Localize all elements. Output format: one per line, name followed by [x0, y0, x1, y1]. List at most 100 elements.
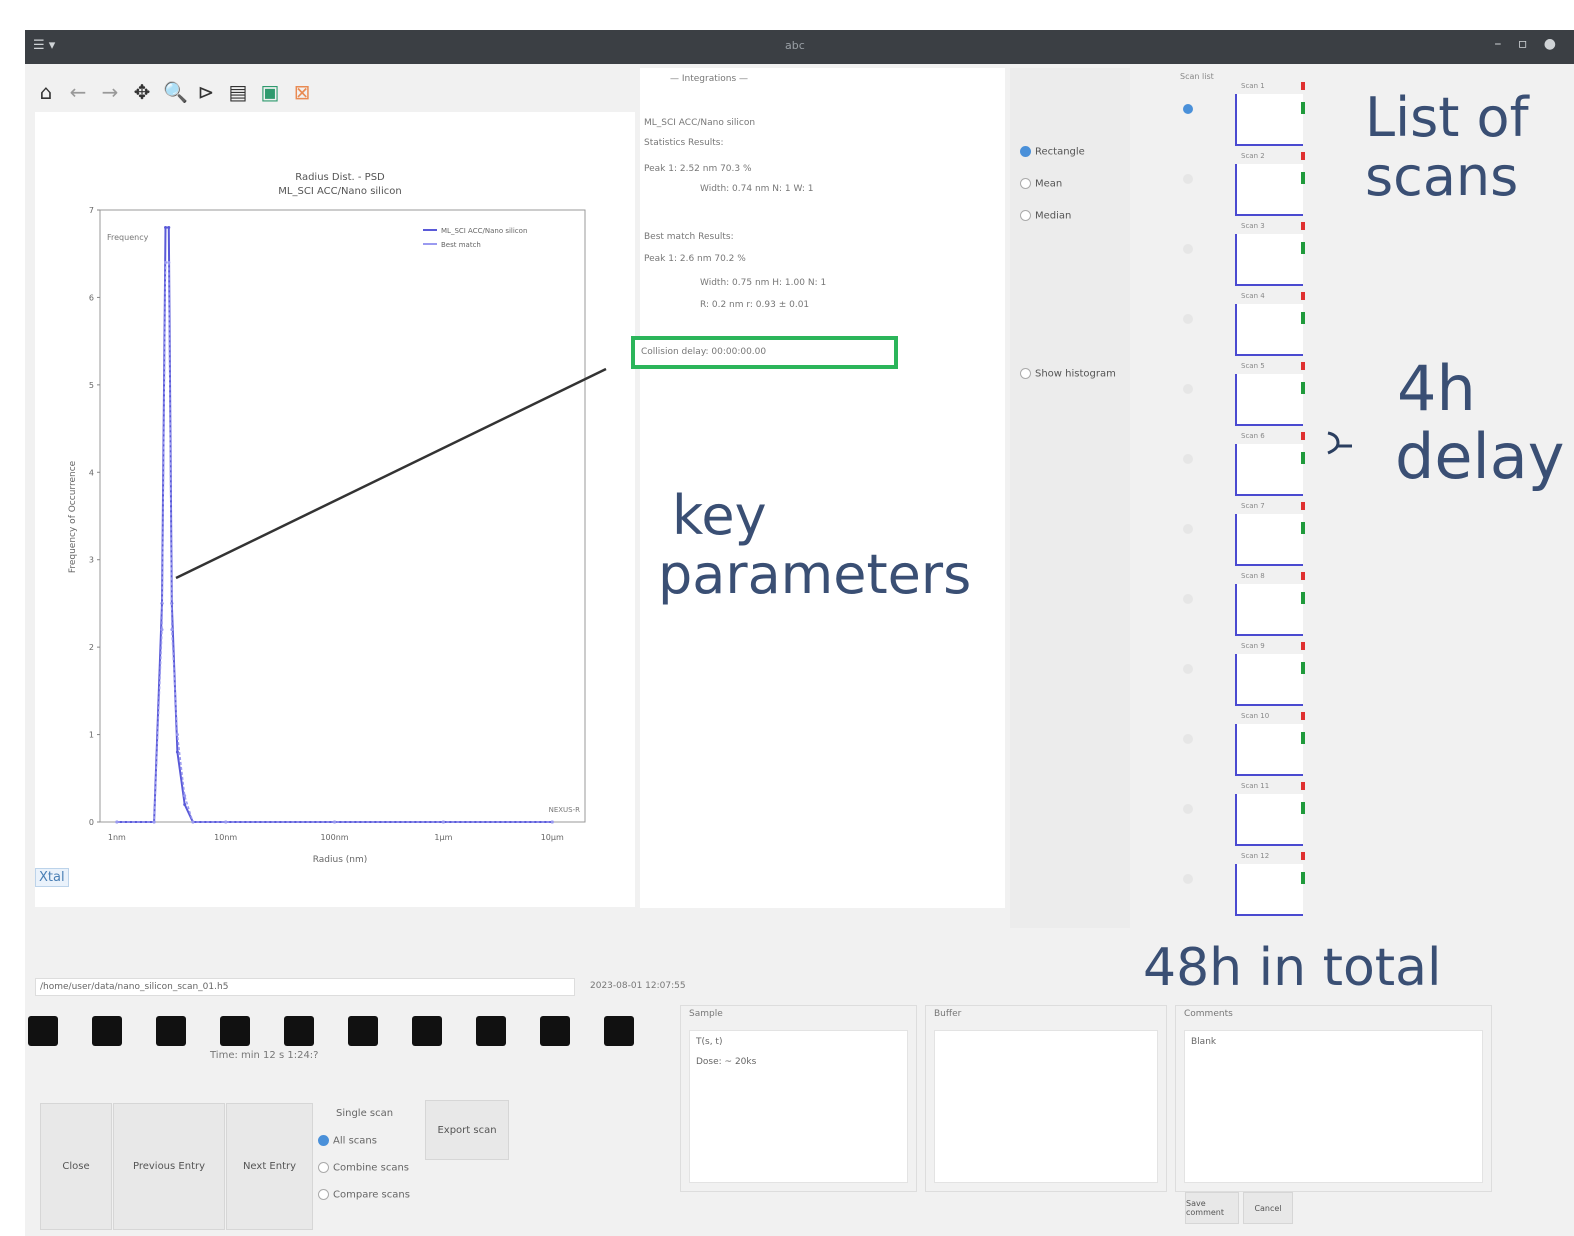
frame-indicator[interactable]	[220, 1016, 250, 1046]
radio-mean[interactable]	[1020, 178, 1031, 189]
cancel-comment-button[interactable]: Cancel	[1243, 1192, 1293, 1224]
mode-compare-scans[interactable]: Compare scans	[318, 1189, 410, 1201]
save-comment-button[interactable]: Save comment	[1185, 1192, 1239, 1224]
results-line: Peak 1: 2.6 nm 70.2 %	[644, 254, 746, 264]
scan-status-green	[1301, 452, 1305, 464]
frame-indicator[interactable]	[92, 1016, 122, 1046]
scan-label: Scan 8	[1241, 572, 1265, 580]
previous-entry-button[interactable]: Previous Entry	[113, 1103, 225, 1230]
scan-thumbnail[interactable]	[1235, 794, 1303, 846]
frame-indicator[interactable]	[412, 1016, 442, 1046]
scan-select-checkbox[interactable]	[1183, 244, 1193, 254]
scan-thumbnail[interactable]	[1235, 164, 1303, 216]
scan-list-item[interactable]: Scan 12	[1175, 846, 1335, 916]
scan-status-green	[1301, 382, 1305, 394]
scan-select-checkbox[interactable]	[1183, 734, 1193, 744]
mode-single-scan[interactable]: Single scan	[318, 1108, 393, 1119]
sample-line: T(s, t)	[696, 1037, 723, 1047]
scan-label: Scan 4	[1241, 292, 1265, 300]
scan-status-red	[1301, 82, 1305, 90]
next-entry-button[interactable]: Next Entry	[226, 1103, 313, 1230]
scan-thumbnail[interactable]	[1235, 654, 1303, 706]
scan-select-checkbox[interactable]	[1183, 594, 1193, 604]
scan-label: Scan 6	[1241, 432, 1265, 440]
buffer-group: Buffer	[925, 1005, 1167, 1192]
radio-rectangle[interactable]	[1020, 146, 1031, 157]
radio-all-scans[interactable]	[318, 1135, 329, 1146]
scan-status-red	[1301, 782, 1305, 790]
option-show-histogram[interactable]: Show histogram	[1020, 368, 1116, 380]
scan-status-red	[1301, 432, 1305, 440]
scan-thumbnail[interactable]	[1235, 724, 1303, 776]
scan-select-checkbox[interactable]	[1183, 524, 1193, 534]
display-options-panel: Rectangle Mean Median Show histogram	[1010, 68, 1130, 928]
scan-select-checkbox[interactable]	[1183, 454, 1193, 464]
results-header: — Integrations —	[670, 74, 749, 84]
scan-list-item[interactable]: Scan 6	[1175, 426, 1335, 496]
scan-thumbnail[interactable]	[1235, 234, 1303, 286]
mode-combine-scans[interactable]: Combine scans	[318, 1162, 409, 1174]
option-rectangle[interactable]: Rectangle	[1020, 146, 1085, 158]
comments-text-area[interactable]: Blank	[1184, 1030, 1483, 1183]
scan-thumbnail[interactable]	[1235, 374, 1303, 426]
scan-select-checkbox[interactable]	[1183, 384, 1193, 394]
scan-select-checkbox[interactable]	[1183, 664, 1193, 674]
frame-indicator[interactable]	[476, 1016, 506, 1046]
connector-line	[175, 367, 607, 580]
scan-select-checkbox[interactable]	[1183, 874, 1193, 884]
scan-label: Scan 9	[1241, 642, 1265, 650]
scan-list-item[interactable]: Scan 3	[1175, 216, 1335, 286]
buffer-text-area[interactable]	[934, 1030, 1158, 1183]
scan-status-green	[1301, 242, 1305, 254]
mode-all-scans[interactable]: All scans	[318, 1135, 377, 1147]
frame-indicator[interactable]	[156, 1016, 186, 1046]
collision-delay-text: Collision delay: 00:00:00.00	[641, 347, 767, 357]
scan-list-item[interactable]: Scan 2	[1175, 146, 1335, 216]
scan-status-red	[1301, 152, 1305, 160]
scan-list-item[interactable]: Scan 7	[1175, 496, 1335, 566]
scan-status-red	[1301, 852, 1305, 860]
scan-list-item[interactable]: Scan 9	[1175, 636, 1335, 706]
scan-thumbnail[interactable]	[1235, 584, 1303, 636]
frame-indicator[interactable]	[540, 1016, 570, 1046]
scan-status-green	[1301, 522, 1305, 534]
frame-indicator[interactable]	[604, 1016, 634, 1046]
scan-list-item[interactable]: Scan 11	[1175, 776, 1335, 846]
scan-status-green	[1301, 662, 1305, 674]
option-mean[interactable]: Mean	[1020, 178, 1062, 190]
results-line: R: 0.2 nm r: 0.93 ± 0.01	[700, 300, 810, 310]
checkbox-show-histogram[interactable]	[1020, 368, 1031, 379]
scan-select-checkbox[interactable]	[1183, 104, 1193, 114]
frame-indicator[interactable]	[284, 1016, 314, 1046]
frame-indicator[interactable]	[348, 1016, 378, 1046]
scan-thumbnail[interactable]	[1235, 864, 1303, 916]
sample-text-area[interactable]: T(s, t) Dose: ~ 20ks	[689, 1030, 908, 1183]
scan-status-green	[1301, 732, 1305, 744]
export-scan-button[interactable]: Export scan	[425, 1100, 509, 1160]
option-median[interactable]: Median	[1020, 210, 1071, 222]
radio-compare-scans[interactable]	[318, 1189, 329, 1200]
results-line: Width: 0.74 nm N: 1 W: 1	[700, 184, 814, 194]
results-line: Statistics Results:	[644, 138, 724, 148]
scan-list-item[interactable]: Scan 4	[1175, 286, 1335, 356]
scan-select-checkbox[interactable]	[1183, 314, 1193, 324]
annotation-key-parameters: key parameters	[658, 484, 972, 607]
scan-select-checkbox[interactable]	[1183, 804, 1193, 814]
scan-thumbnail[interactable]	[1235, 514, 1303, 566]
file-path-field[interactable]: /home/user/data/nano_silicon_scan_01.h5	[35, 978, 575, 996]
scan-list-item[interactable]: Scan 10	[1175, 706, 1335, 776]
scan-thumbnail[interactable]	[1235, 304, 1303, 356]
scan-status-red	[1301, 502, 1305, 510]
scan-thumbnail[interactable]	[1235, 444, 1303, 496]
sample-group-title: Sample	[689, 1009, 723, 1019]
radio-median[interactable]	[1020, 210, 1031, 221]
scan-list-item[interactable]: Scan 8	[1175, 566, 1335, 636]
scan-list-item[interactable]: Scan 1	[1175, 76, 1335, 146]
scan-thumbnail[interactable]	[1235, 94, 1303, 146]
close-button[interactable]: Close	[40, 1103, 112, 1230]
scan-select-checkbox[interactable]	[1183, 174, 1193, 184]
scan-list-item[interactable]: Scan 5	[1175, 356, 1335, 426]
radio-combine-scans[interactable]	[318, 1162, 329, 1173]
frame-indicator[interactable]	[28, 1016, 58, 1046]
annotation-list-of-scans: List of scans	[1365, 86, 1529, 209]
